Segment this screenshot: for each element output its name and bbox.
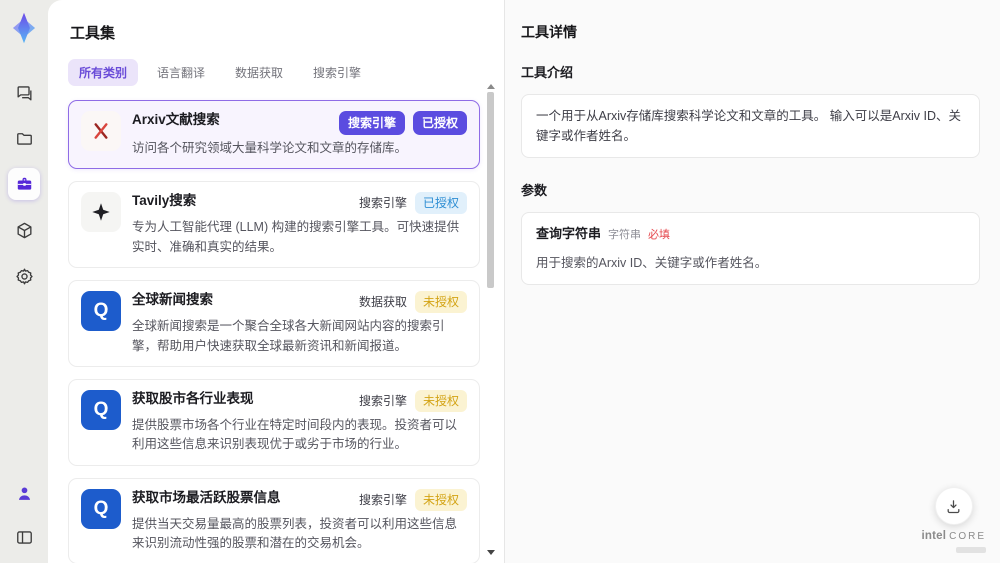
download-icon: [947, 499, 960, 513]
param-required-badge: 必填: [648, 229, 671, 241]
app-window: 工具集 所有类别 语言翻译 数据获取 搜索引擎 Arxiv文献搜索 搜索引擎 已授权 …: [0, 0, 1000, 563]
tool-card[interactable]: Q 全球新闻搜索 数据获取 未授权 全球新闻搜索是一个聚合全球各大新闻网站内容的…: [68, 280, 480, 367]
tool-card[interactable]: Q 获取股市各行业表现 搜索引擎 未授权 提供股票市场各个行业在特定时间段内的表…: [68, 378, 480, 466]
scroll-up-icon[interactable]: [486, 84, 495, 89]
tool-name: 获取市场最活跃股票信息: [132, 489, 281, 505]
category-tabs: 所有类别 语言翻译 数据获取 搜索引擎: [68, 59, 480, 86]
corner-actions: intel core: [921, 487, 986, 553]
auth-status-badge: 已授权: [412, 111, 467, 135]
category-badge: 搜索引擎: [358, 393, 407, 408]
tool-name: 全球新闻搜索: [132, 292, 213, 308]
param-head: 查询字符串 字符串 必填: [536, 224, 965, 245]
sidebar: [0, 0, 48, 563]
tool-name: 获取股市各行业表现: [132, 390, 254, 406]
param-name: 查询字符串: [536, 226, 602, 241]
param-card: 查询字符串 字符串 必填 用于搜索的Arxiv ID、关键字或作者姓名。: [521, 212, 980, 285]
brand-sub-badge: [956, 547, 986, 553]
category-badge: 数据获取: [358, 295, 407, 310]
news-icon: Q: [81, 291, 121, 332]
params-heading: 参数: [521, 183, 548, 198]
intel-wordmark: intel: [921, 530, 947, 542]
tool-card[interactable]: Tavily搜索 搜索引擎 已授权 专为人工智能代理 (LLM) 构建的搜索引擎…: [68, 181, 480, 269]
intro-heading: 工具介绍: [521, 65, 574, 80]
param-type: 字符串: [608, 229, 642, 241]
download-button[interactable]: [934, 487, 973, 525]
list-scrollbar[interactable]: [486, 84, 495, 555]
sidebar-nav: [8, 76, 40, 292]
chat-icon[interactable]: [8, 76, 40, 108]
tool-description: 访问各个研究领域大量科学论文和文章的存储库。: [132, 141, 408, 155]
auth-status-badge: 未授权: [414, 291, 467, 314]
tool-list: Arxiv文献搜索 搜索引擎 已授权 访问各个研究领域大量科学论文和文章的存储库…: [68, 100, 480, 563]
folder-icon[interactable]: [8, 122, 40, 154]
tab-category-0[interactable]: 所有类别: [68, 59, 139, 86]
param-description: 用于搜索的Arxiv ID、关键字或作者姓名。: [536, 255, 768, 270]
tool-detail-panel: 工具详情 工具介绍 一个用于从Arxiv存储库搜索科学论文和文章的工具。 输入可…: [505, 0, 1000, 563]
auth-status-badge: 未授权: [414, 488, 467, 511]
user-icon[interactable]: [8, 477, 40, 509]
core-wordmark: core: [949, 531, 986, 542]
main-content: 工具集 所有类别 语言翻译 数据获取 搜索引擎 Arxiv文献搜索 搜索引擎 已授权 …: [48, 0, 1000, 563]
scroll-down-icon[interactable]: [486, 550, 495, 555]
tool-description: 专为人工智能代理 (LLM) 构建的搜索引擎工具。可快速提供实时、准确和真实的结…: [132, 220, 460, 254]
tool-name: Tavily搜索: [132, 193, 197, 209]
tool-card[interactable]: Arxiv文献搜索 搜索引擎 已授权 访问各个研究领域大量科学论文和文章的存储库…: [68, 100, 480, 170]
tool-name: Arxiv文献搜索: [132, 112, 220, 127]
auth-status-badge: 未授权: [414, 389, 467, 412]
arxiv-icon: [81, 111, 121, 151]
category-badge: 搜索引擎: [358, 196, 407, 211]
auth-status-badge: 已授权: [414, 192, 467, 215]
tool-description: 提供当天交易量最高的股票列表，投资者可以利用这些信息来识别流动性强的股票和潜在的…: [132, 516, 458, 550]
tab-category-3[interactable]: 搜索引擎: [302, 59, 372, 86]
settings-icon[interactable]: [8, 260, 40, 292]
scrollbar-thumb[interactable]: [487, 92, 494, 288]
category-badge: 搜索引擎: [338, 111, 405, 135]
news-icon: Q: [81, 488, 121, 529]
page-title: 工具集: [70, 25, 116, 42]
tavily-icon: [81, 192, 121, 233]
tool-card[interactable]: Q 获取市场最活跃股票信息 搜索引擎 未授权 提供当天交易量最高的股票列表，投资…: [68, 477, 480, 563]
intel-core-logo: intel core: [921, 530, 986, 542]
tab-category-1[interactable]: 语言翻译: [146, 59, 216, 86]
panel-toggle-icon[interactable]: [8, 521, 40, 553]
cube-icon[interactable]: [8, 214, 40, 246]
category-badge: 搜索引擎: [358, 492, 407, 507]
news-icon: Q: [81, 389, 121, 430]
tool-list-panel: 工具集 所有类别 语言翻译 数据获取 搜索引擎 Arxiv文献搜索 搜索引擎 已授权 …: [48, 0, 504, 563]
detail-title: 工具详情: [521, 24, 577, 40]
tool-description: 全球新闻搜索是一个聚合全球各大新闻网站内容的搜索引擎，帮助用户快速获取全球最新资…: [132, 319, 445, 353]
sidebar-bottom: [8, 477, 40, 553]
sparkle-gem-logo: [6, 8, 42, 48]
tab-category-2[interactable]: 数据获取: [224, 59, 294, 86]
tool-intro-text: 一个用于从Arxiv存储库搜索科学论文和文章的工具。 输入可以是Arxiv ID…: [521, 94, 980, 158]
toolbox-icon[interactable]: [8, 168, 40, 200]
tool-description: 提供股票市场各个行业在特定时间段内的表现。投资者可以利用这些信息来识别表现优于或…: [132, 417, 458, 452]
